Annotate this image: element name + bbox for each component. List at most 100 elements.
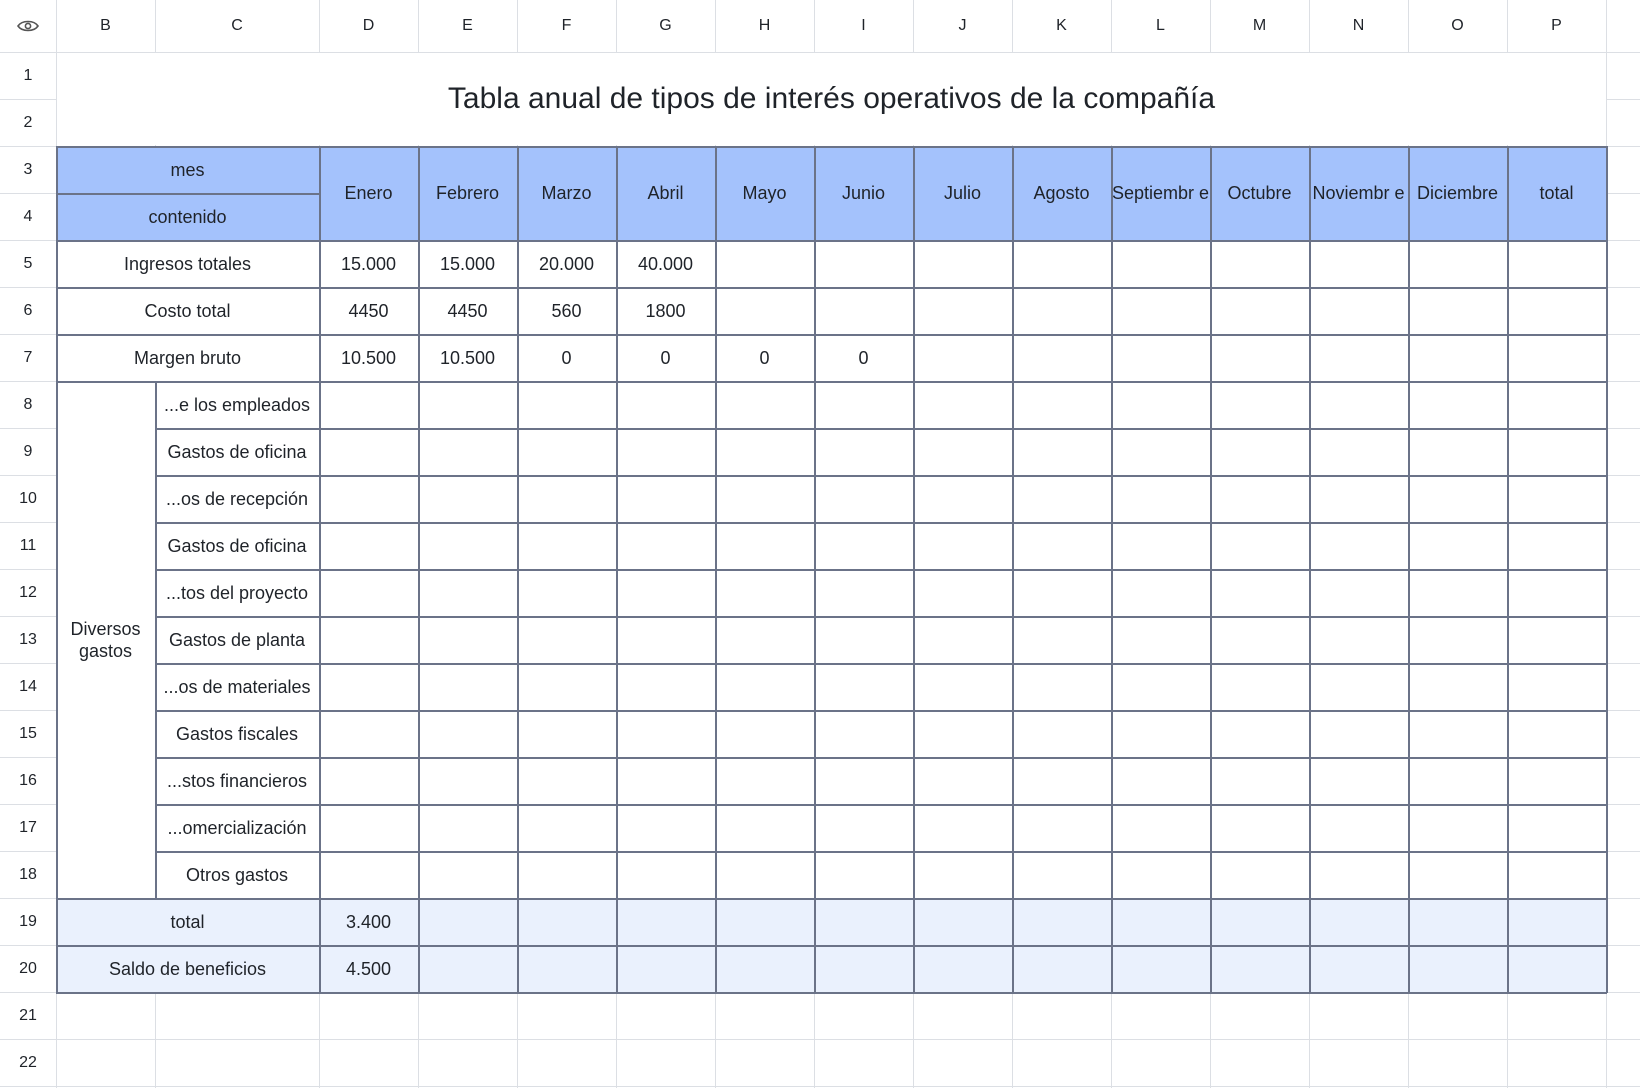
data-cell[interactable] xyxy=(1309,898,1408,945)
column-header-B[interactable]: B xyxy=(56,0,155,52)
data-cell[interactable] xyxy=(517,381,616,428)
data-cell[interactable] xyxy=(1210,428,1309,475)
data-cell[interactable] xyxy=(814,287,913,334)
data-cell[interactable] xyxy=(616,851,715,898)
column-header-N[interactable]: N xyxy=(1309,0,1408,52)
data-cell[interactable] xyxy=(1012,569,1111,616)
data-cell[interactable] xyxy=(1012,898,1111,945)
footer-label[interactable]: total xyxy=(56,898,319,945)
column-header-F[interactable]: F xyxy=(517,0,616,52)
data-cell[interactable] xyxy=(913,710,1012,757)
data-cell[interactable] xyxy=(1111,334,1210,381)
data-cell[interactable] xyxy=(1408,334,1507,381)
row-header-12[interactable]: 12 xyxy=(0,569,56,616)
data-cell[interactable] xyxy=(715,945,814,992)
data-cell[interactable] xyxy=(1507,945,1606,992)
data-cell[interactable] xyxy=(319,616,418,663)
data-cell[interactable] xyxy=(1111,522,1210,569)
data-cell[interactable] xyxy=(715,804,814,851)
data-cell[interactable] xyxy=(1408,851,1507,898)
data-cell[interactable] xyxy=(1507,475,1606,522)
data-cell[interactable] xyxy=(1012,287,1111,334)
expense-item-label[interactable]: Gastos fiscales xyxy=(155,710,319,757)
data-cell[interactable] xyxy=(319,851,418,898)
header-month[interactable]: Abril xyxy=(616,146,715,240)
header-mes[interactable]: mes xyxy=(56,146,319,193)
data-cell[interactable] xyxy=(1408,804,1507,851)
data-cell[interactable]: 0 xyxy=(715,334,814,381)
data-cell[interactable] xyxy=(1012,851,1111,898)
row-header-9[interactable]: 9 xyxy=(0,428,56,475)
header-month[interactable]: Julio xyxy=(913,146,1012,240)
data-cell[interactable] xyxy=(1210,710,1309,757)
data-cell[interactable] xyxy=(1111,663,1210,710)
expense-item-label[interactable]: ...omercialización xyxy=(155,804,319,851)
data-cell[interactable]: 15.000 xyxy=(319,240,418,287)
data-cell[interactable] xyxy=(1507,522,1606,569)
data-cell[interactable] xyxy=(418,475,517,522)
data-cell[interactable] xyxy=(1111,428,1210,475)
data-cell[interactable]: 4.500 xyxy=(319,945,418,992)
data-cell[interactable] xyxy=(814,804,913,851)
data-cell[interactable] xyxy=(517,710,616,757)
data-cell[interactable] xyxy=(616,381,715,428)
row-header-8[interactable]: 8 xyxy=(0,381,56,428)
header-month[interactable]: Agosto xyxy=(1012,146,1111,240)
row-header-1[interactable]: 1 xyxy=(0,52,56,99)
data-cell[interactable] xyxy=(319,710,418,757)
data-cell[interactable] xyxy=(1210,240,1309,287)
row-header-6[interactable]: 6 xyxy=(0,287,56,334)
data-cell[interactable] xyxy=(715,757,814,804)
data-cell[interactable] xyxy=(1210,287,1309,334)
data-cell[interactable] xyxy=(319,569,418,616)
eye-icon[interactable] xyxy=(0,0,56,52)
data-cell[interactable] xyxy=(616,710,715,757)
data-cell[interactable] xyxy=(1111,804,1210,851)
data-cell[interactable] xyxy=(319,757,418,804)
data-cell[interactable] xyxy=(1309,475,1408,522)
data-cell[interactable] xyxy=(616,522,715,569)
data-cell[interactable] xyxy=(1210,616,1309,663)
data-cell[interactable] xyxy=(616,428,715,475)
data-cell[interactable]: 20.000 xyxy=(517,240,616,287)
data-cell[interactable] xyxy=(814,475,913,522)
data-cell[interactable] xyxy=(1309,663,1408,710)
data-cell[interactable] xyxy=(814,898,913,945)
data-cell[interactable] xyxy=(913,757,1012,804)
row-header-4[interactable]: 4 xyxy=(0,193,56,240)
data-cell[interactable]: 4450 xyxy=(418,287,517,334)
row-header-15[interactable]: 15 xyxy=(0,710,56,757)
data-cell[interactable] xyxy=(814,381,913,428)
data-cell[interactable] xyxy=(418,757,517,804)
data-cell[interactable] xyxy=(715,710,814,757)
data-cell[interactable] xyxy=(1210,757,1309,804)
data-cell[interactable] xyxy=(1309,428,1408,475)
data-cell[interactable] xyxy=(913,804,1012,851)
header-month[interactable]: Diciembre xyxy=(1408,146,1507,240)
header-month[interactable]: total xyxy=(1507,146,1606,240)
row-header-21[interactable]: 21 xyxy=(0,992,56,1039)
column-header-K[interactable]: K xyxy=(1012,0,1111,52)
header-month[interactable]: Mayo xyxy=(715,146,814,240)
expense-item-label[interactable]: ...stos financieros xyxy=(155,757,319,804)
data-cell[interactable] xyxy=(517,663,616,710)
data-cell[interactable] xyxy=(1012,475,1111,522)
data-cell[interactable]: 0 xyxy=(814,334,913,381)
data-cell[interactable] xyxy=(418,428,517,475)
data-cell[interactable] xyxy=(1111,287,1210,334)
data-cell[interactable] xyxy=(319,475,418,522)
data-cell[interactable] xyxy=(1210,663,1309,710)
column-header-H[interactable]: H xyxy=(715,0,814,52)
data-cell[interactable] xyxy=(418,710,517,757)
header-month[interactable]: Junio xyxy=(814,146,913,240)
data-cell[interactable] xyxy=(1408,663,1507,710)
data-cell[interactable] xyxy=(1111,851,1210,898)
data-cell[interactable] xyxy=(1408,616,1507,663)
data-cell[interactable] xyxy=(913,287,1012,334)
data-cell[interactable] xyxy=(1408,240,1507,287)
data-cell[interactable] xyxy=(1111,616,1210,663)
data-cell[interactable] xyxy=(517,898,616,945)
data-cell[interactable] xyxy=(913,663,1012,710)
data-cell[interactable] xyxy=(1408,428,1507,475)
data-cell[interactable] xyxy=(517,522,616,569)
